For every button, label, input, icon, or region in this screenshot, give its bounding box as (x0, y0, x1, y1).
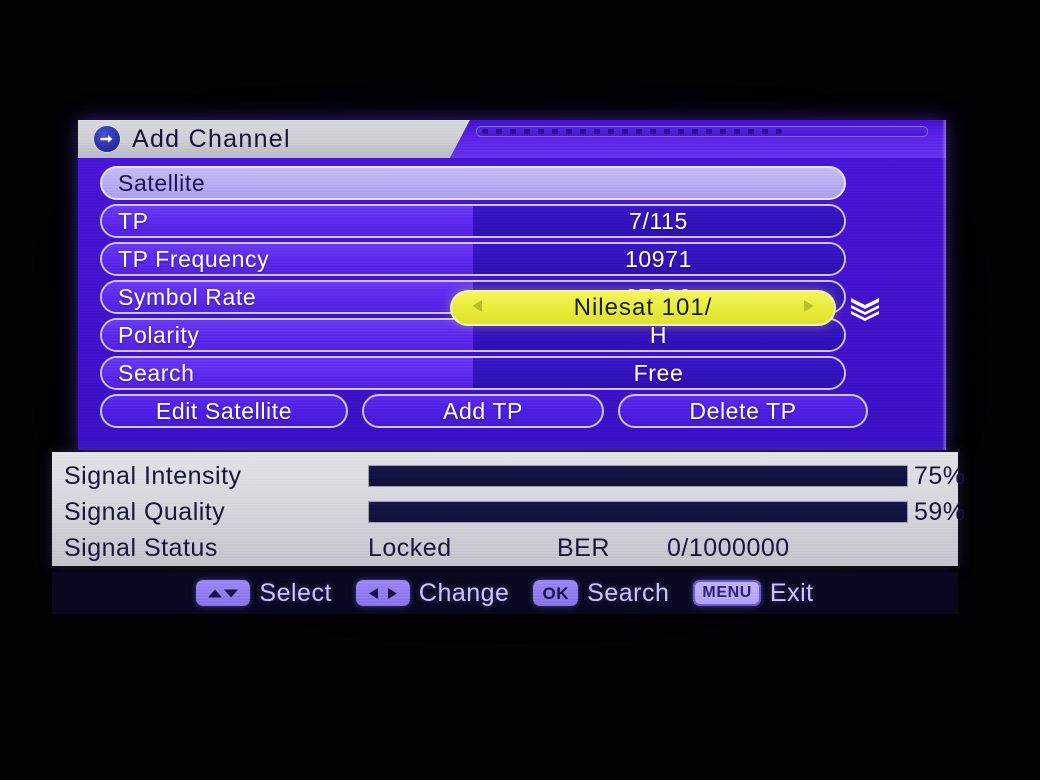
hint-change[interactable]: Change (355, 578, 510, 608)
up-down-arrows-key-icon[interactable] (196, 580, 251, 606)
hint-label-change: Change (418, 578, 510, 607)
hint-label-search: Search (587, 578, 670, 607)
row-search[interactable]: Search Free (100, 356, 846, 390)
add-tp-button[interactable]: Add TP (362, 394, 604, 428)
row-label-tp-frequency: TP Frequency (118, 245, 270, 272)
arrow-right-circle-icon (94, 126, 120, 152)
chevron-stack-down-icon[interactable] (848, 296, 882, 322)
ok-key-icon[interactable]: OK (533, 580, 579, 606)
signal-intensity-percent: 75% (914, 461, 966, 490)
signal-quality-label: Signal Quality (64, 497, 226, 526)
signal-status-value: Locked (368, 533, 452, 562)
signal-status-row: Signal Status Locked BER 0/1000000 (52, 530, 958, 566)
satellite-spinner[interactable]: Nilesat 101/ (450, 290, 836, 326)
menu-key-label: MENU (702, 584, 752, 601)
row-value-search: Free (633, 359, 684, 386)
row-label-satellite: Satellite (118, 169, 206, 196)
row-bg-left (102, 206, 473, 236)
signal-status-label: Signal Status (64, 533, 218, 562)
hint-exit[interactable]: MENU Exit (693, 579, 813, 608)
title-dot-pattern (482, 129, 782, 134)
satellite-value: Nilesat 101/ (573, 294, 713, 321)
hint-select[interactable]: Select (196, 579, 331, 608)
ok-key-label: OK (542, 583, 570, 603)
row-label-polarity: Polarity (118, 321, 200, 348)
hint-label-select: Select (259, 578, 332, 607)
ber-label: BER (557, 533, 610, 562)
signal-quality-row: Signal Quality 59% (52, 494, 965, 530)
signal-quality-bar (368, 501, 908, 523)
edit-satellite-button[interactable]: Edit Satellite (100, 394, 348, 428)
hint-search[interactable]: OK Search (533, 579, 669, 608)
titlebar: Add Channel (78, 120, 946, 158)
action-button-row: Edit Satellite Add TP Delete TP (100, 394, 924, 428)
row-label-search: Search (118, 359, 195, 386)
row-tp[interactable]: TP 7/115 (100, 204, 846, 238)
signal-intensity-bar (368, 465, 908, 487)
signal-panel: Signal Intensity 75% Signal Quality 59% … (52, 452, 965, 566)
signal-intensity-label: Signal Intensity (64, 461, 242, 490)
left-right-arrows-key-icon[interactable] (355, 580, 410, 606)
page-title: Add Channel (132, 124, 291, 153)
triangle-left-icon[interactable] (468, 296, 488, 321)
osd-screen: Add Channel Satellite TP 7/115 TP Freque… (0, 0, 1040, 780)
row-value-tp-frequency: 10971 (625, 245, 692, 272)
row-value-tp: 7/115 (629, 207, 688, 234)
signal-quality-percent: 59% (914, 497, 966, 526)
add-channel-dialog: Add Channel Satellite TP 7/115 TP Freque… (78, 120, 946, 450)
title-strip-inner (476, 126, 928, 137)
row-label-tp: TP (118, 207, 149, 234)
triangle-right-icon[interactable] (798, 296, 818, 321)
footer-hint-bar: Select Change OK Search MENU Exit (52, 572, 958, 614)
hint-label-exit: Exit (769, 578, 814, 607)
row-satellite[interactable]: Satellite (100, 166, 846, 200)
row-label-symbol-rate: Symbol Rate (118, 283, 257, 310)
signal-intensity-row: Signal Intensity 75% (52, 458, 965, 494)
row-tp-frequency[interactable]: TP Frequency 10971 (100, 242, 846, 276)
ber-value: 0/1000000 (667, 533, 790, 562)
title-row: Add Channel (94, 120, 291, 158)
delete-tp-button[interactable]: Delete TP (618, 394, 868, 428)
menu-key-icon[interactable]: MENU (693, 580, 761, 606)
